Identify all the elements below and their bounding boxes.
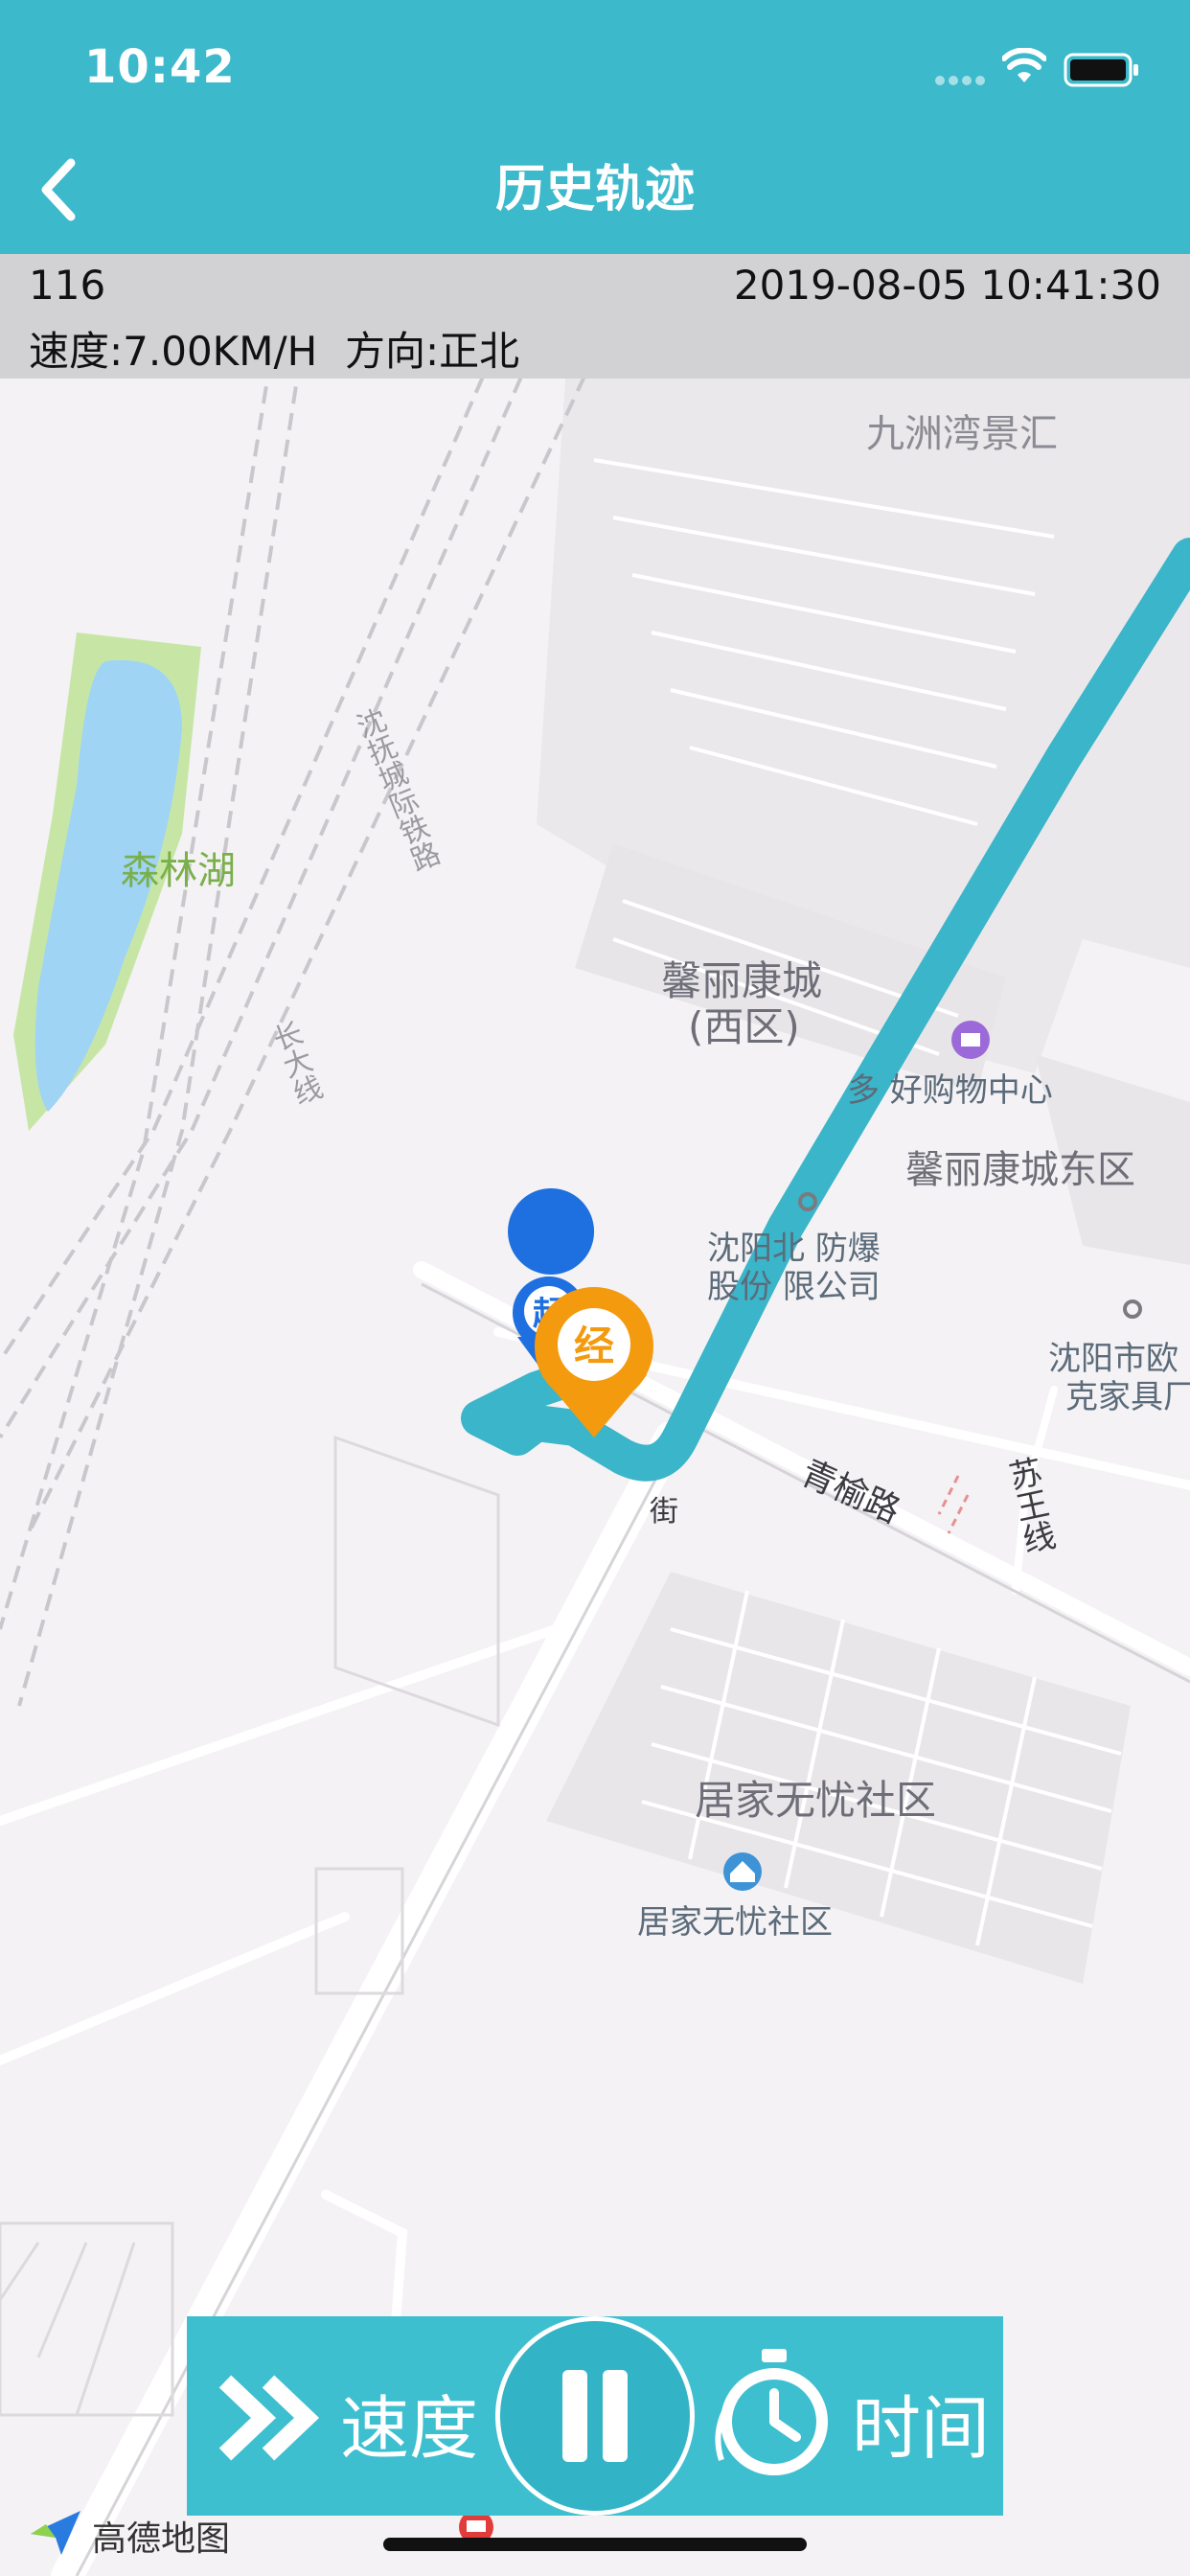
road-label-jie: 街 [650,1495,678,1529]
poi-label-shopping[interactable]: 多 好购物中心 [847,1064,1053,1111]
community-poi-icon[interactable] [723,1852,762,1891]
play-pause-button[interactable] [495,2316,695,2516]
status-bar: 10:42 [0,0,1190,144]
speed-fast-forward-icon[interactable] [216,2372,321,2464]
poi-label-furniture-2[interactable]: 克家具厂 [1065,1370,1190,1417]
home-indicator [383,2538,807,2551]
timestamp: 2019-08-05 10:41:30 [733,262,1161,309]
map-label-xinli-east: 馨丽康城东区 [905,1148,1135,1192]
via-marker-label: 经 [574,1322,614,1369]
status-time: 10:42 [84,40,236,94]
wifi-icon [1002,48,1046,82]
cellular-signal-icon [935,76,985,85]
amap-logo-icon [31,2511,80,2555]
device-id: 116 [29,262,106,309]
map-label-xinli-west-sub: (西区) [688,1003,800,1050]
time-button-label[interactable]: 时间 [852,2372,990,2472]
playback-controls: 速度 时间 [187,2316,1003,2516]
pause-icon [562,2370,628,2462]
poi-label-factory-2[interactable]: 股份 限公司 [707,1260,881,1307]
map-label-jujia-area: 居家无忧社区 [695,1777,937,1824]
map-label-senlin-lake: 森林湖 [121,849,236,893]
poi-label-jujia[interactable]: 居家无忧社区 [637,1896,833,1943]
direction-readout: 方向:正北 [345,328,520,375]
speed-button-label[interactable]: 速度 [340,2372,478,2472]
track-info-panel: 116 2019-08-05 10:41:30 速度:7.00KM/H 方向:正… [0,254,1190,379]
map-label-jiuzhou: 九洲湾景汇 [866,412,1058,456]
battery-icon [1064,53,1138,87]
shopping-poi-icon[interactable] [951,1021,990,1059]
amap-logo-text: 高德地图 [92,2519,231,2559]
timer-icon[interactable] [712,2345,836,2489]
page-title: 历史轨迹 [494,161,695,218]
speed-readout: 速度:7.00KM/H [29,328,318,375]
